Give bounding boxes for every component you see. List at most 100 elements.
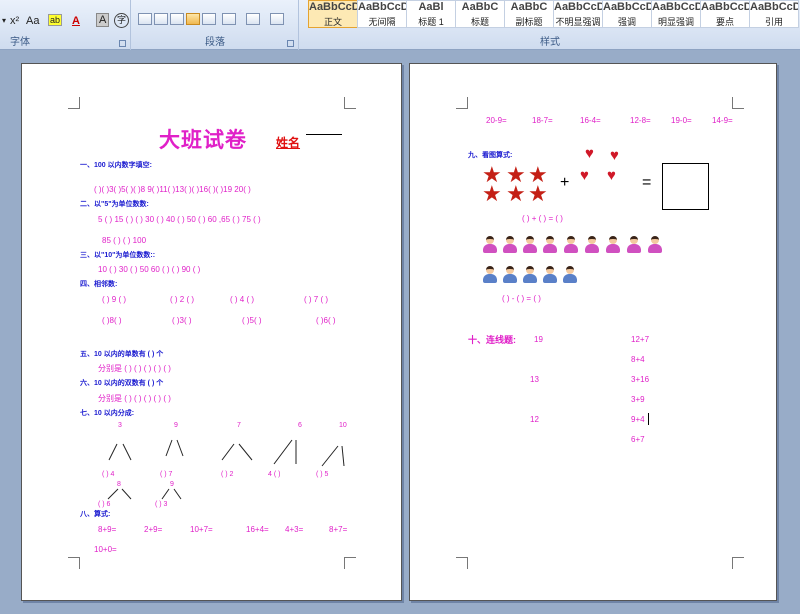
split-top: 9: [170, 481, 174, 488]
style-label: 标题 1: [418, 17, 444, 27]
style-preview: AaBbCcDt: [603, 1, 651, 13]
match-right-item: 3+16: [631, 375, 650, 384]
girl-icon: [542, 236, 558, 253]
styles-group-label: 样式: [540, 37, 560, 48]
match-left-item: 12: [530, 415, 539, 424]
style-preview: AaBbCcDt: [309, 1, 357, 13]
equation-item: 8+9=: [98, 525, 117, 534]
boy-icon: [502, 266, 518, 283]
heart-icon: ♥: [607, 167, 616, 184]
style-preview: AaBbCcDt: [358, 1, 406, 13]
style-tile[interactable]: AaBbC 副标题: [504, 0, 554, 28]
girl-icon: [605, 236, 621, 253]
split-bottom: ( ) 4: [102, 471, 115, 478]
style-preview: AaBbCcDt: [701, 1, 749, 13]
equation-item: 10+7=: [190, 525, 213, 534]
paragraph-group-label: 段落: [205, 37, 225, 48]
crop-mark: [732, 97, 744, 109]
align-left-button[interactable]: [138, 13, 152, 25]
crop-mark: [456, 97, 468, 109]
match-right-item: 8+4: [631, 355, 645, 364]
change-case-button[interactable]: Aa: [26, 13, 39, 29]
boy-icon: [522, 266, 538, 283]
style-tile[interactable]: AaBbCcDt 无间隔: [357, 0, 407, 28]
equation-item: 4+3=: [285, 525, 304, 534]
crop-mark: [456, 557, 468, 569]
equation-item: 16-4=: [580, 116, 601, 125]
shading-button[interactable]: [246, 13, 260, 25]
heart-icon: ♥: [580, 167, 589, 184]
justify-button[interactable]: [186, 13, 200, 25]
equation-item: 10+0=: [94, 545, 117, 554]
char-shading-button[interactable]: A: [96, 13, 110, 27]
section-8-heading: 八、算式:: [80, 511, 111, 518]
style-preview: AaBbC: [461, 1, 499, 13]
boy-icon: [482, 266, 498, 283]
style-preview: AaBbC: [510, 1, 548, 13]
split-bottom: ( ) 3: [155, 501, 168, 508]
girl-icon: [584, 236, 600, 253]
style-label: 引用: [764, 17, 783, 27]
section-10-heading: 十、连线题:: [468, 335, 516, 345]
match-right-item: 12+7: [631, 335, 650, 344]
crop-mark: [732, 557, 744, 569]
distributed-button[interactable]: [202, 13, 216, 25]
girl-icon: [522, 236, 538, 253]
document-page-1[interactable]: 大班试卷 姓名 一、100 以内数字填空: ( )( )3( )5( )( )8…: [21, 63, 402, 601]
split-bottom: ( ) 6: [98, 501, 111, 508]
style-tile[interactable]: AaBbC 标题: [455, 0, 505, 28]
girl-icon: [563, 236, 579, 253]
styles-group: AaBbCcDt正文AaBbCcDt无间隔AaBl标题 1AaBbC标题AaBb…: [300, 0, 800, 50]
border-button[interactable]: [270, 13, 284, 25]
style-label: 标题: [470, 17, 489, 27]
star-icon: ★: [528, 181, 548, 206]
equation-item: 12-8=: [630, 116, 651, 125]
equation-item: 14-9=: [712, 116, 733, 125]
section-9-heading: 九、看图算式:: [468, 152, 513, 159]
equation-item: 20-9=: [486, 116, 507, 125]
font-color-button[interactable]: A: [72, 13, 80, 29]
girl-icon: [482, 236, 498, 253]
heart-icon: ♥: [610, 147, 619, 164]
highlight-color-button[interactable]: ab: [48, 14, 62, 26]
document-page-2[interactable]: 20-9= 18-7= 16-4= 12-8= 19-0= 14-9= 九、看图…: [409, 63, 777, 601]
style-tile[interactable]: AaBbCcDt 强调: [602, 0, 652, 28]
heart-icon: ♥: [585, 145, 594, 162]
enclose-char-button[interactable]: 字: [114, 13, 129, 28]
text-cursor: [648, 413, 649, 425]
style-preview: AaBbCcDt: [750, 1, 798, 13]
split-bottom: ( ) 5: [316, 471, 329, 478]
style-tile[interactable]: AaBbCcDt 不明显强调: [553, 0, 603, 28]
match-right-item: 3+9: [631, 395, 645, 404]
style-tile[interactable]: AaBbCcDt 正文: [308, 0, 358, 28]
girl-icon: [626, 236, 642, 253]
style-tile[interactable]: AaBl 标题 1: [406, 0, 456, 28]
equation-item: 2+9=: [144, 525, 163, 534]
font-dialog-launcher[interactable]: [119, 40, 126, 47]
line-spacing-button[interactable]: [222, 13, 236, 25]
align-right-button[interactable]: [170, 13, 184, 25]
equation-item: 19-0=: [671, 116, 692, 125]
split-lines: [107, 439, 345, 500]
match-right-item: 6+7: [631, 435, 645, 444]
star-icon: ★: [506, 181, 526, 206]
align-center-button[interactable]: [154, 13, 168, 25]
equation-blank-2: ( ) - ( ) = ( ): [502, 294, 541, 303]
dropdown-arrow-icon[interactable]: ▾: [2, 13, 6, 29]
style-label: 正文: [323, 17, 342, 27]
style-tile[interactable]: AaBbCcDt 引用: [749, 0, 799, 28]
boy-icon: [542, 266, 558, 283]
equals-sign: =: [642, 174, 652, 191]
font-group: ▾ x² Aa ab A A 字 字体: [0, 0, 131, 50]
answer-box[interactable]: [662, 163, 709, 210]
ribbon: ▾ x² Aa ab A A 字 字体 段落 AaBbCcDt正文AaBbCcD…: [0, 0, 800, 50]
style-label: 明显强调: [657, 17, 694, 27]
style-label: 要点: [715, 17, 734, 27]
plus-sign: +: [560, 174, 570, 191]
style-tile[interactable]: AaBbCcDt 明显强调: [651, 0, 701, 28]
split-top: 8: [117, 481, 121, 488]
paragraph-dialog-launcher[interactable]: [287, 40, 294, 47]
equation-item: 8+7=: [329, 525, 348, 534]
superscript-button[interactable]: x²: [10, 13, 19, 29]
style-tile[interactable]: AaBbCcDt 要点: [700, 0, 750, 28]
